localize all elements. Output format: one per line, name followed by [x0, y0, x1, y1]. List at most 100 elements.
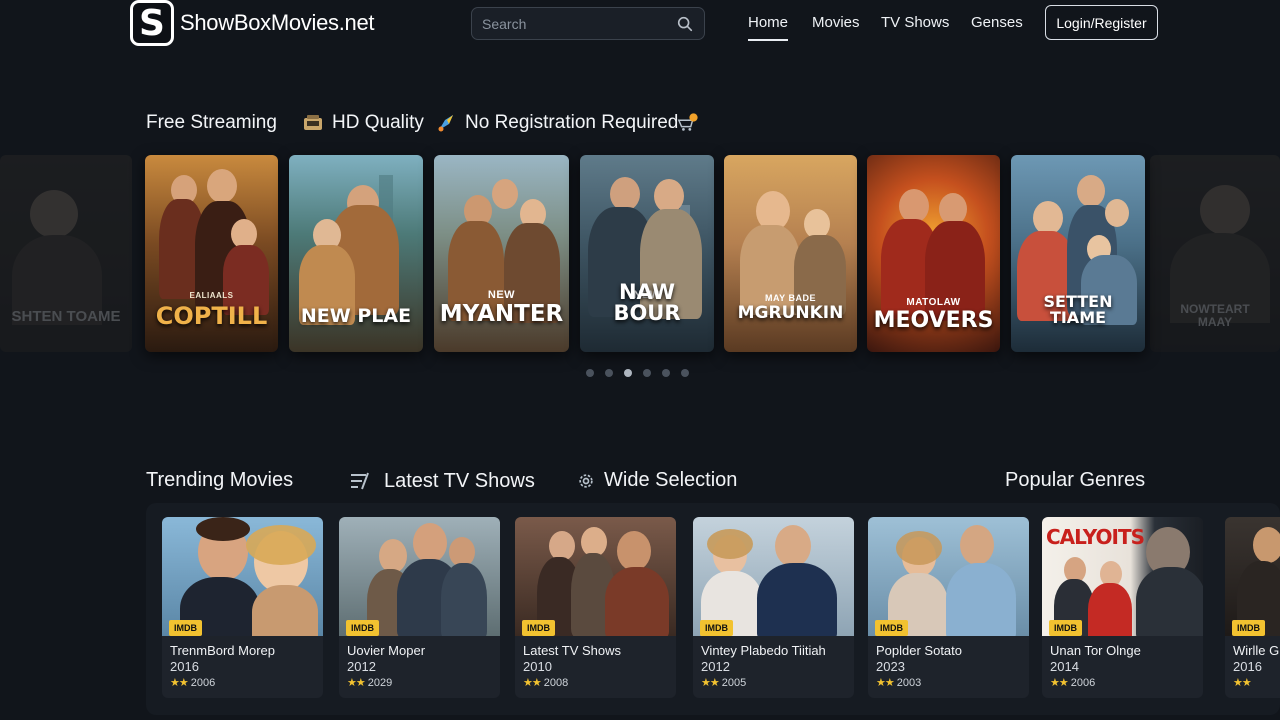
section-label: Wide Selection [604, 469, 738, 491]
card-thumbnail [693, 517, 854, 636]
movie-card[interactable]: IMDB Vintey Plabedo Tiitiah 2012 ★★ 2005 [693, 517, 854, 698]
imdb-badge: IMDB [1049, 620, 1082, 636]
rating-year: 2005 [721, 676, 747, 689]
section-popular-genres[interactable]: Popular Genres [1005, 469, 1145, 492]
card-title: Uovier Moper [347, 643, 426, 658]
carousel-dot-active[interactable] [624, 369, 632, 377]
card-rating: ★★ 2006 [170, 676, 216, 690]
featured-carousel[interactable]: SHTEN TOAME NOWTEART MAAY EALIAALS COPTI… [0, 155, 1280, 352]
card-year: 2010 [523, 659, 552, 674]
search-icon[interactable] [676, 15, 694, 33]
carousel-poster[interactable]: MATOLAW MEOVERS [867, 155, 1000, 352]
nav-genres[interactable]: Genses [971, 14, 1023, 31]
feature-label: HD Quality [332, 112, 424, 133]
section-wide-selection[interactable]: Wide Selection [576, 469, 737, 492]
section-trending-movies[interactable]: Trending Movies [146, 469, 293, 492]
card-year: 2012 [701, 659, 730, 674]
card-year: 2016 [1233, 659, 1262, 674]
feature-cart [677, 112, 707, 134]
card-title: Poplder Sotato [876, 643, 963, 658]
rating-year: 2008 [543, 676, 569, 689]
card-title: Latest TV Shows [523, 643, 622, 658]
nav-home[interactable]: Home [748, 14, 789, 41]
carousel-ghost-right: NOWTEART MAAY [1150, 155, 1280, 352]
card-year: 2014 [1050, 659, 1079, 674]
star-rating-icon: ★★ [876, 677, 895, 689]
top-header: S ShowBoxMovies.net Home Movies TV Shows… [0, 0, 1280, 48]
imdb-badge: IMDB [875, 620, 908, 636]
nav-movies[interactable]: Movies [812, 14, 860, 31]
card-rating: ★★ 2003 [876, 676, 921, 690]
carousel-poster[interactable]: NEW NAW BOUR [580, 155, 714, 352]
carousel-dot[interactable] [662, 369, 670, 377]
carousel-ghost-left: SHTEN TOAME [0, 155, 132, 352]
poster-title: MYANTER [439, 301, 564, 327]
card-poster-text: CALYOITS [1046, 525, 1145, 549]
site-logo[interactable]: S ShowBoxMovies.net [130, 0, 375, 46]
feature-label: No Registration Required [465, 112, 679, 133]
card-year: 2012 [347, 659, 376, 674]
poster-title: COPTILL [155, 302, 268, 330]
features-strip: Free Streaming HD Quality No Registratio… [146, 112, 746, 138]
poster-subtitle: EALIAALS [189, 291, 234, 300]
carousel-poster[interactable]: NEW PLAE [289, 155, 423, 352]
rating-year: 2006 [190, 676, 216, 689]
search-input[interactable] [482, 15, 676, 32]
card-thumbnail [515, 517, 676, 636]
star-rating-icon: ★★ [1050, 677, 1069, 689]
carousel-dot[interactable] [643, 369, 651, 377]
rocket-icon [438, 115, 453, 132]
carousel-dot[interactable] [586, 369, 594, 377]
imdb-badge: IMDB [522, 620, 555, 636]
card-thumbnail [1225, 517, 1280, 636]
movie-card[interactable]: IMDB Poplder Sotato 2023 ★★ 2003 [868, 517, 1029, 698]
star-rating-icon: ★★ [701, 677, 720, 689]
movie-card[interactable]: CALYOITS IMDB Unan Tor Olnge 2014 ★★ 200… [1042, 517, 1203, 698]
carousel-poster[interactable]: NEW MYANTER [434, 155, 569, 352]
poster-subtitle: NEW [487, 289, 516, 301]
logo-text: ShowBoxMovies.net [180, 10, 375, 35]
card-thumbnail [339, 517, 500, 636]
card-rating: ★★ [1233, 676, 1254, 689]
card-rating: ★★ 2005 [701, 676, 747, 690]
card-year: 2016 [170, 659, 199, 674]
movie-card[interactable]: IMDB Wirlle G 2016 ★★ [1225, 517, 1280, 698]
login-register-button[interactable]: Login/Register [1045, 5, 1158, 40]
card-title: Wirlle G [1233, 643, 1280, 658]
poster-title: MGRUNKIN [737, 303, 844, 323]
nav-tv-shows[interactable]: TV Shows [881, 14, 949, 31]
carousel-poster[interactable]: SETTEN TIAME [1011, 155, 1145, 352]
ghost-title: SHTEN TOAME [11, 308, 121, 325]
card-thumbnail [868, 517, 1029, 636]
carousel-poster[interactable]: MAY BADE MGRUNKIN [724, 155, 857, 352]
card-title: Unan Tor Olnge [1050, 643, 1141, 658]
feature-label: Free Streaming [146, 112, 277, 133]
imdb-badge: IMDB [346, 620, 379, 636]
logo-mark: S [130, 0, 174, 46]
movie-card[interactable]: IMDB Uovier Moper 2012 ★★ 2029 [339, 517, 500, 698]
movie-card[interactable]: IMDB TrenmBord Morep 2016 ★★ 2006 [162, 517, 323, 698]
filter-icon [351, 472, 369, 490]
section-latest-tv-shows[interactable]: Latest TV Shows [348, 469, 535, 493]
feature-no-registration: No Registration Required [435, 112, 678, 134]
star-rating-icon: ★★ [523, 677, 542, 689]
carousel-pagination [586, 369, 689, 377]
card-thumbnail: CALYOITS [1042, 517, 1203, 636]
movie-card[interactable]: IMDB Latest TV Shows 2010 ★★ 2008 [515, 517, 676, 698]
search-box [471, 7, 705, 40]
imdb-badge: IMDB [700, 620, 733, 636]
poster-title: SETTEN TIAME [1043, 292, 1113, 327]
star-rating-icon: ★★ [347, 677, 366, 689]
imdb-badge: IMDB [169, 620, 202, 636]
card-rating: ★★ 2008 [523, 676, 569, 690]
carousel-dot[interactable] [605, 369, 613, 377]
carousel-dot[interactable] [681, 369, 689, 377]
card-title: TrenmBord Morep [170, 643, 275, 658]
cart-badge-icon [677, 113, 698, 131]
poster-title: MEOVERS [873, 308, 994, 333]
carousel-poster[interactable]: EALIAALS COPTILL [145, 155, 278, 352]
poster-title: NEW PLAE [300, 305, 412, 327]
card-rating: ★★ 2029 [347, 676, 392, 690]
star-rating-icon: ★★ [170, 677, 189, 689]
section-label: Popular Genres [1005, 469, 1146, 491]
